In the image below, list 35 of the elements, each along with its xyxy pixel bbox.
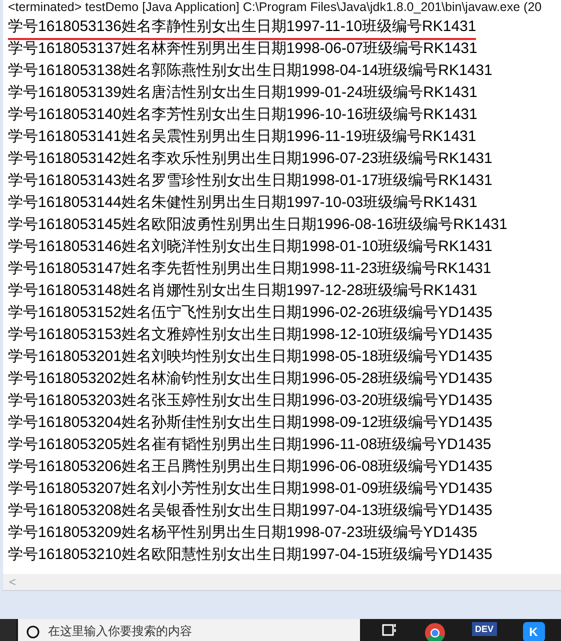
- console-line: 学号1618053136姓名李静性别女出生日期1997-11-10班级编号RK1431: [8, 16, 476, 40]
- browser-icon[interactable]: [424, 622, 446, 641]
- start-button[interactable]: [0, 619, 16, 641]
- console-line: 学号1618053204姓名孙斯佳性别女出生日期1998-09-12班级编号YD1435: [8, 413, 492, 433]
- console-line: 学号1618053146姓名刘晓洋性别女出生日期1998-01-10班级编号RK1431: [8, 237, 492, 257]
- console-line: 学号1618053137姓名林奔性别男出生日期1998-06-07班级编号RK1431: [8, 39, 478, 59]
- console-line: 学号1618053139姓名唐洁性别女出生日期1999-01-24班级编号RK1431: [8, 83, 478, 103]
- console-line: 学号1618053142姓名李欢乐性别男出生日期1996-07-23班级编号RK1431: [8, 149, 492, 169]
- console-line: 学号1618053207姓名刘小芳性别女出生日期1998-01-09班级编号YD1435: [8, 479, 492, 499]
- console-line: 学号1618053152姓名伍宁飞性别女出生日期1996-02-26班级编号YD1435: [8, 303, 492, 323]
- k-app-icon[interactable]: K: [522, 622, 545, 641]
- console-line: 学号1618053203姓名张玉婷性别女出生日期1996-03-20班级编号YD1435: [8, 391, 492, 411]
- search-icon: [26, 625, 40, 639]
- console-line: 学号1618053144姓名朱健性别男出生日期1997-10-03班级编号RK1431: [8, 193, 478, 213]
- console-header: <terminated> testDemo [Java Application] C:\Program Files\Java\jdk1.8.0_201\bin\javaw.exe (20: [7, 0, 543, 15]
- console-line: 学号1618053208姓名吴银香性别女出生日期1997-04-13班级编号YD1435: [8, 501, 492, 521]
- console-line: 学号1618053143姓名罗雪珍性别女出生日期1998-01-17班级编号RK1431: [8, 171, 492, 191]
- console-line: 学号1618053138姓名郭陈燕性别女出生日期1998-04-14班级编号RK1431: [8, 61, 492, 81]
- console-line: 学号1618053153姓名文雅婷性别女出生日期1998-12-10班级编号YD1435: [8, 325, 492, 345]
- console-line: 学号1618053201姓名刘映均性别女出生日期1998-05-18班级编号YD1435: [8, 347, 492, 367]
- console-line: 学号1618053145姓名欧阳波勇性别男出生日期1996-08-16班级编号RK1431: [8, 215, 508, 235]
- console-line: 学号1618053141姓名吴震性别男出生日期1996-11-19班级编号RK1431: [8, 127, 476, 147]
- console-line: 学号1618053140姓名李芳性别女出生日期1996-10-16班级编号RK1431: [8, 105, 478, 125]
- scroll-left-arrow[interactable]: <: [9, 575, 16, 589]
- dev-app-icon[interactable]: DEV: [472, 622, 497, 636]
- console-line: 学号1618053202姓名林渝钧性别女出生日期1996-05-28班级编号YD1435: [8, 369, 492, 389]
- task-view-icon[interactable]: [382, 622, 398, 638]
- search-field[interactable]: 在这里输入你要搜索的内容: [18, 619, 360, 641]
- console-line: 学号1618053210姓名欧阳慧性别女出生日期1997-04-15班级编号YD1435: [8, 545, 492, 565]
- console-line: 学号1618053209姓名杨平性别男出生日期1998-07-23班级编号YD1435: [8, 523, 478, 543]
- console-line: 学号1618053147姓名李先哲性别男出生日期1998-11-23班级编号RK1431: [8, 259, 492, 279]
- console-line: 学号1618053148姓名肖娜性别女出生日期1997-12-28班级编号RK1431: [8, 281, 478, 301]
- horizontal-scrollbar[interactable]: <: [3, 574, 561, 590]
- console-line: 学号1618053205姓名崔有韬性别男出生日期1996-11-08班级编号YD1435: [8, 435, 492, 455]
- console-line: 学号1618053206姓名王吕腾性别男出生日期1996-06-08班级编号YD1435: [8, 457, 492, 477]
